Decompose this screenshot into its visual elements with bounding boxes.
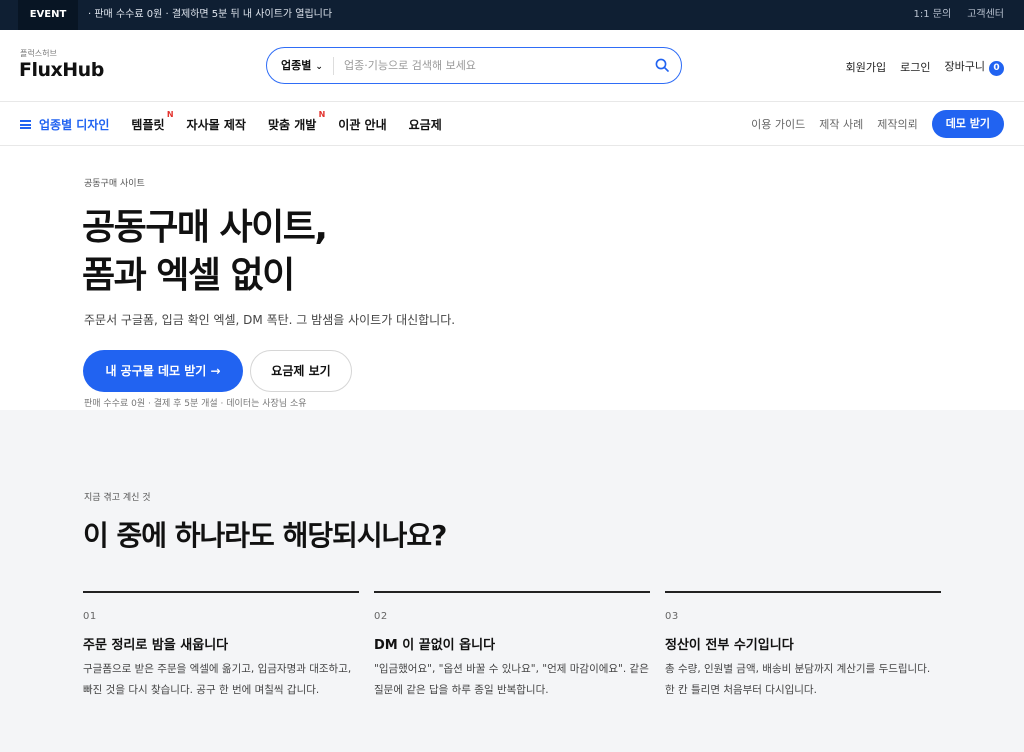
nav-item-label: 이관 안내 bbox=[338, 117, 387, 132]
hero-section: 공동구매 사이트 공동구매 사이트, 폼과 엑셀 없이 주문서 구글폼, 입금 … bbox=[0, 146, 1024, 410]
pain-card: 01 주문 정리로 밤을 새웁니다 구글폼으로 받은 주문을 엑셀에 옮기고, … bbox=[83, 591, 359, 701]
pain-card: 02 DM 이 끝없이 옵니다 "입금했어요", "옵션 바꿀 수 있나요", … bbox=[374, 591, 650, 701]
nav-menu: 업종별 디자인 템플릿 N 자사몰 제작 맞춤 개발 N 이관 안내 요금제 bbox=[20, 102, 442, 146]
card-title: 주문 정리로 밤을 새웁니다 bbox=[83, 638, 229, 653]
event-bar: EVENT · 판매 수수료 0원 · 결제하면 5분 뒤 내 사이트가 열립니… bbox=[0, 0, 1024, 30]
hero-title-line1: 공동구매 사이트, bbox=[82, 207, 328, 248]
hero-eyebrow: 공동구매 사이트 bbox=[84, 179, 145, 189]
login-link[interactable]: 로그인 bbox=[900, 59, 930, 75]
cart-link[interactable]: 장바구니 0 bbox=[945, 58, 1004, 76]
header-actions: 회원가입 로그인 장바구니 0 bbox=[846, 58, 1004, 76]
card-title: DM 이 끝없이 옵니다 bbox=[374, 638, 496, 653]
pain-points-section: 지금 겪고 계신 것 이 중에 하나라도 해당되시나요? 01 주문 정리로 밤… bbox=[0, 410, 1024, 752]
card-body: "입금했어요", "옵션 바꿀 수 있나요", "언제 마감이에요". 같은 질… bbox=[374, 663, 649, 696]
search-bar: 업종별 ⌄ 업종·기능으로 검색해 보세요 bbox=[266, 47, 682, 84]
nav-item-label: 맞춤 개발 bbox=[267, 117, 317, 132]
hero-title-line2: 폼과 엑셀 없이 bbox=[82, 255, 295, 296]
menu-icon bbox=[20, 119, 31, 129]
chevron-down-icon: ⌄ bbox=[315, 62, 323, 72]
nav-industry-label: 업종별 디자인 bbox=[39, 117, 110, 132]
signup-link[interactable]: 회원가입 bbox=[846, 59, 886, 75]
search-input[interactable]: 업종·기능으로 검색해 보세요 bbox=[344, 48, 476, 83]
new-badge: N bbox=[166, 109, 174, 119]
card-number: 02 bbox=[374, 611, 388, 622]
nav-industry-design[interactable]: 업종별 디자인 bbox=[20, 116, 109, 133]
category-select[interactable]: 업종별 ⌄ bbox=[281, 48, 323, 85]
nav-right-links: 이용 가이드 제작 사례 제작의뢰 데모 받기 bbox=[751, 102, 1004, 146]
card-body: 구글폼으로 받은 주문을 엑셀에 옮기고, 입금자명과 대조하고, 빠진 것을 … bbox=[83, 663, 352, 696]
card-title: 정산이 전부 수기입니다 bbox=[665, 638, 794, 653]
category-label: 업종별 bbox=[281, 59, 312, 72]
section-eyebrow: 지금 겪고 계신 것 bbox=[84, 493, 151, 503]
cart-label: 장바구니 bbox=[944, 60, 985, 73]
section-title: 이 중에 하나라도 해당되시나요? bbox=[83, 519, 447, 552]
search-divider bbox=[333, 57, 334, 75]
nav-item-label: 템플릿 bbox=[131, 117, 165, 132]
customer-center-link[interactable]: 고객센터 bbox=[967, 0, 1004, 30]
nav-item-migration[interactable]: 이관 안내 bbox=[338, 116, 386, 133]
card-number: 01 bbox=[83, 611, 97, 622]
event-tag: EVENT bbox=[18, 0, 78, 30]
nav-item-label: 요금제 bbox=[408, 117, 442, 132]
get-demo-button[interactable]: 내 공구몰 데모 받기 → bbox=[83, 350, 243, 392]
nav-item-template[interactable]: 템플릿 N bbox=[131, 110, 173, 133]
cart-count-badge: 0 bbox=[989, 61, 1004, 76]
card-number: 03 bbox=[665, 611, 679, 622]
event-links: 1:1 문의 고객센터 bbox=[914, 0, 1005, 30]
inquiry-link[interactable]: 1:1 문의 bbox=[914, 0, 952, 30]
hero-title: 공동구매 사이트, 폼과 엑셀 없이 bbox=[82, 204, 328, 300]
hero-subtitle: 주문서 구글폼, 입금 확인 엑셀, DM 폭탄. 그 밤샘을 사이트가 대신합… bbox=[84, 313, 456, 327]
new-badge: N bbox=[318, 109, 326, 119]
logo-subtitle: 플럭스허브 bbox=[20, 49, 57, 58]
request-build-link[interactable]: 제작의뢰 bbox=[877, 116, 917, 132]
nav-item-own-mall[interactable]: 자사몰 제작 bbox=[187, 116, 246, 133]
hero-note: 판매 수수료 0원 · 결제 후 5분 개설 · 데이터는 사장님 소유 bbox=[84, 399, 307, 409]
search-icon[interactable] bbox=[655, 58, 669, 72]
logo[interactable]: FluxHub bbox=[19, 59, 104, 81]
pain-card: 03 정산이 전부 수기입니다 총 수량, 인원별 금액, 배송비 분담까지 계… bbox=[665, 591, 941, 701]
nav-item-label: 자사몰 제작 bbox=[186, 117, 246, 132]
demo-button[interactable]: 데모 받기 bbox=[931, 110, 1004, 138]
view-pricing-button[interactable]: 요금제 보기 bbox=[250, 350, 352, 392]
site-header: 플럭스허브 FluxHub 업종별 ⌄ 업종·기능으로 검색해 보세요 회원가입 … bbox=[0, 30, 1024, 102]
nav-item-pricing[interactable]: 요금제 bbox=[409, 116, 442, 133]
nav-item-custom-dev[interactable]: 맞춤 개발 N bbox=[267, 110, 325, 133]
case-studies-link[interactable]: 제작 사례 bbox=[819, 116, 863, 132]
main-nav: 업종별 디자인 템플릿 N 자사몰 제작 맞춤 개발 N 이관 안내 요금제 이용 … bbox=[0, 102, 1024, 146]
event-message[interactable]: · 판매 수수료 0원 · 결제하면 5분 뒤 내 사이트가 열립니다 bbox=[88, 0, 332, 30]
card-body: 총 수량, 인원별 금액, 배송비 분담까지 계산기를 두드립니다. 한 칸 틀… bbox=[665, 663, 931, 696]
usage-guide-link[interactable]: 이용 가이드 bbox=[751, 116, 805, 132]
